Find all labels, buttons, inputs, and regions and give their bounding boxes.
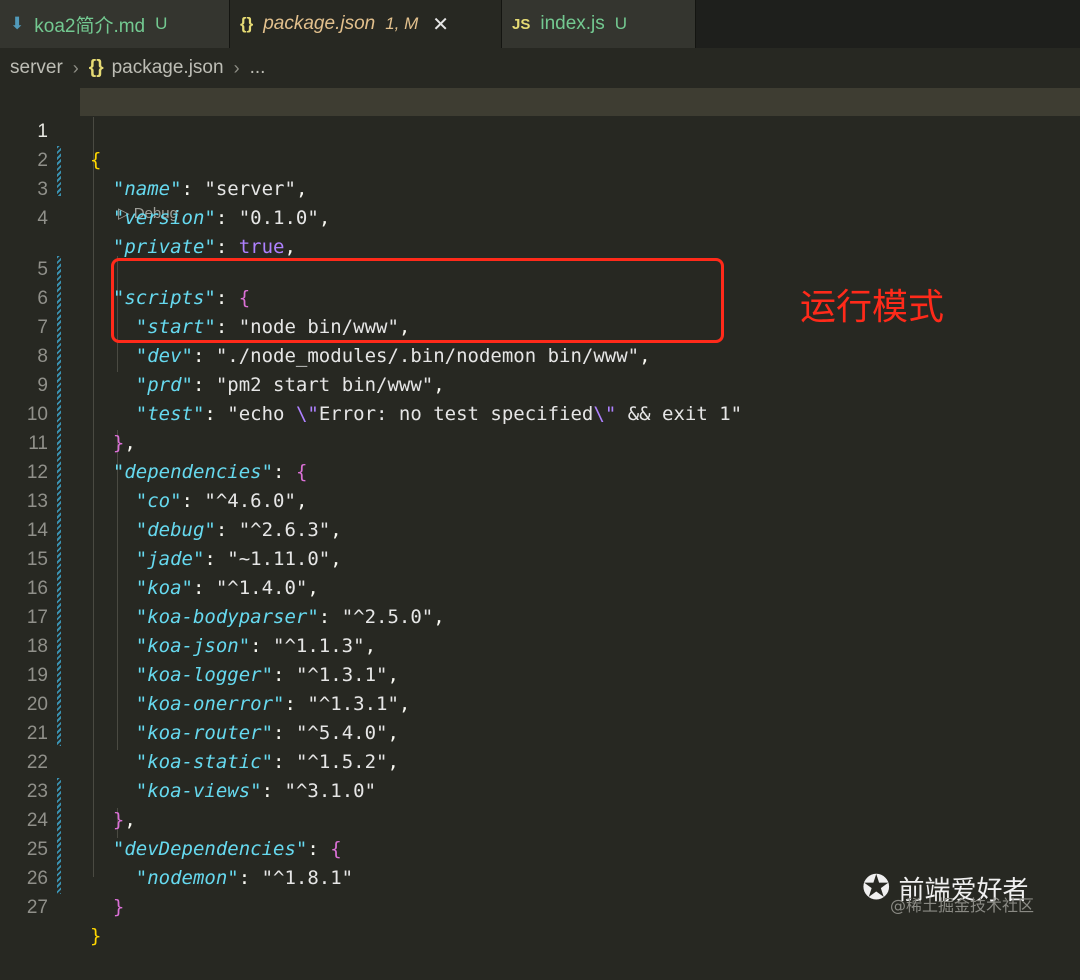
code-line: 17 "koa-json": "^1.1.3", <box>0 574 1080 657</box>
editor-tab-bar: ⬇ koa2简介.md U {} package.json 1, M ✕ JS … <box>0 0 1080 48</box>
breadcrumb-folder[interactable]: server <box>10 57 63 79</box>
code-line: 16 "koa-bodyparser": "^2.5.0", <box>0 545 1080 628</box>
json-file-icon: {} <box>88 57 104 78</box>
code-line: 22 "koa-views": "^3.1.0" <box>0 719 1080 802</box>
code-line: 19 "koa-onerror": "^1.3.1", <box>0 632 1080 715</box>
line-number: 27 <box>26 897 48 918</box>
code-line: 21 "koa-static": "^1.5.2", <box>0 690 1080 773</box>
tab-index-js[interactable]: JS index.js U <box>502 0 696 48</box>
code-line: 15 "koa": "^1.4.0", <box>0 516 1080 599</box>
close-tab-icon[interactable]: ✕ <box>432 12 449 37</box>
tab-package-json[interactable]: {} package.json 1, M ✕ <box>230 0 502 48</box>
watermark-subtitle: @稀土掘金技术社区 <box>890 896 1035 915</box>
breadcrumb-file[interactable]: package.json <box>112 57 224 79</box>
code-line: 3 "version": "0.1.0", <box>0 146 1080 229</box>
code-line: 23 }, <box>0 748 1080 831</box>
code-line: 5 "scripts": { <box>0 226 1080 309</box>
code-line: 24 "devDependencies": { <box>0 777 1080 860</box>
json-file-icon: {} <box>240 14 254 33</box>
wechat-logo-icon: ✪ <box>862 868 891 908</box>
code-line: 25 "nodemon": "^1.8.1" <box>0 806 1080 889</box>
markdown-file-icon: ⬇ <box>10 14 25 33</box>
code-line: 20 "koa-router": "^5.4.0", <box>0 661 1080 744</box>
tab-koa2-md[interactable]: ⬇ koa2简介.md U <box>0 0 230 48</box>
git-status-badge: 1, M <box>385 14 419 33</box>
code-line: 12 "co": "^4.6.0", <box>0 429 1080 512</box>
code-line: 13 "debug": "^2.6.3", <box>0 458 1080 541</box>
chevron-right-icon: › <box>72 57 79 78</box>
code-line: 10 }, <box>0 371 1080 454</box>
annotation-label: 运行模式 <box>800 287 945 328</box>
breadcrumb: server › {} package.json › ... <box>0 48 1080 88</box>
code-line: 4 "private": true, <box>0 175 1080 258</box>
javascript-file-icon: JS <box>512 15 531 33</box>
code-line: 26 } <box>0 835 1080 918</box>
code-line: 14 "jade": "~1.11.0", <box>0 487 1080 570</box>
code-editor[interactable]: ▷ Debug 1 { 2 "name": "server", 3 "versi… <box>0 88 1080 947</box>
highlight-box <box>111 258 724 343</box>
code-line: 1 { <box>0 88 1080 171</box>
git-status-badge: U <box>614 14 628 33</box>
chevron-right-icon: › <box>233 57 240 78</box>
tab-label: koa2简介.md <box>34 15 146 37</box>
code-line: 9 "test": "echo \"Error: no test specifi… <box>0 342 1080 425</box>
tab-label: package.json <box>263 13 376 34</box>
code-line: 11 "dependencies": { <box>0 400 1080 483</box>
tab-label: index.js <box>540 13 605 34</box>
git-status-badge: U <box>155 14 168 33</box>
breadcrumb-more[interactable]: ... <box>250 57 266 79</box>
code-line: 18 "koa-logger": "^1.3.1", <box>0 603 1080 686</box>
code-line: 2 "name": "server", <box>0 117 1080 200</box>
